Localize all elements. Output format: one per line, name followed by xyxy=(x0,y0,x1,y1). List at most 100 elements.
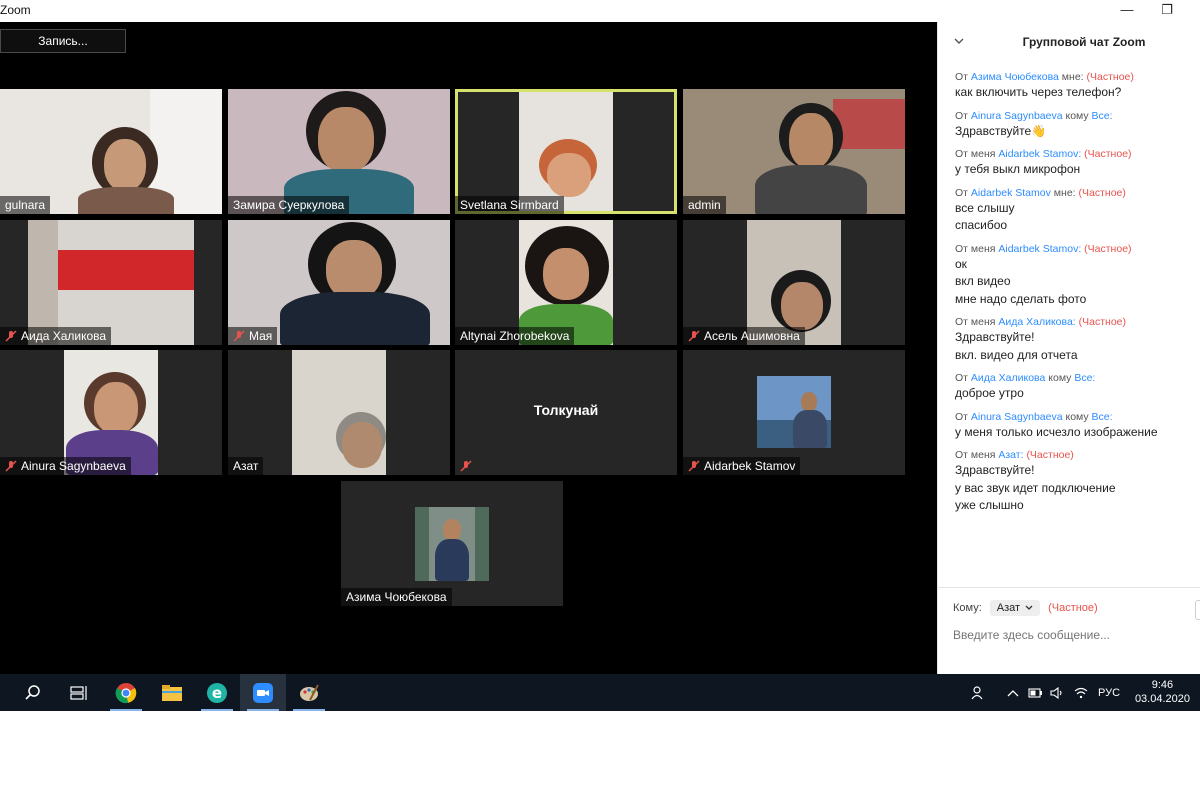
sender-prefix: От xyxy=(955,71,968,83)
participant-name: Мая xyxy=(228,327,278,345)
video-tile[interactable]: Азат xyxy=(228,350,450,475)
chat-message-text: доброе утро xyxy=(955,386,1024,400)
participant-face xyxy=(104,139,146,191)
chat-message-text: вкл. видео для отчета xyxy=(955,347,1078,362)
sender-prefix: От меня xyxy=(955,316,996,328)
chat-message-meta: От Аида Халикова кому Все: xyxy=(955,371,1189,385)
sender-name: Aidarbek Stamov: xyxy=(998,242,1082,255)
chat-message-meta: От Aidarbek Stamov мне: (Частное) xyxy=(955,186,1189,200)
participant-face xyxy=(443,519,461,541)
recipient-value: Азат xyxy=(996,602,1021,614)
running-indicator xyxy=(201,709,233,711)
participant-face xyxy=(342,422,382,468)
participant-face xyxy=(547,153,591,197)
participant-name: admin xyxy=(683,196,726,214)
microphone-muted-icon xyxy=(5,460,17,472)
video-tile[interactable]: Асель Ашимовна xyxy=(683,220,905,345)
chat-message: От Азима Чоюбекова мне: (Частное) как вк… xyxy=(938,70,1200,102)
recipient-prefix: мне: xyxy=(1061,71,1084,83)
recipient-dropdown[interactable]: Азат xyxy=(989,600,1041,616)
video-tile[interactable]: Азима Чоюбекова xyxy=(341,481,563,606)
recipient-row: Кому: Азат (Частное) xyxy=(953,600,1098,616)
chat-title: Групповой чат Zoom xyxy=(1022,35,1146,49)
chat-message-meta: От Азима Чоюбекова мне: (Частное) xyxy=(955,70,1189,84)
running-indicator xyxy=(293,709,325,711)
participant-name: Ainura Sagynbaeva xyxy=(0,457,131,475)
participant-name: Altynai Zhorobekova xyxy=(455,327,575,345)
participant-body xyxy=(435,539,469,581)
participant-body xyxy=(793,410,827,448)
microphone-muted-icon xyxy=(460,460,472,472)
video-tile[interactable]: Ainura Sagynbaeva xyxy=(0,350,222,475)
taskbar-file-explorer[interactable] xyxy=(149,674,195,711)
sender-prefix: От xyxy=(955,186,968,199)
video-tile[interactable]: Aidarbek Stamov xyxy=(683,350,905,475)
sender-prefix: От меня xyxy=(955,148,996,160)
private-tag: (Частное) xyxy=(1048,602,1098,614)
taskbar-paint[interactable] xyxy=(286,674,332,711)
chat-message-text: Здравствуйте! xyxy=(955,330,1035,344)
input-language[interactable]: РУС xyxy=(1098,687,1120,699)
chevron-up-icon[interactable] xyxy=(1006,688,1020,698)
chat-panel: Групповой чат Zoom От Азима Чоюбекова мн… xyxy=(937,22,1200,674)
task-view-button[interactable] xyxy=(56,674,102,711)
people-icon[interactable] xyxy=(970,685,986,701)
video-tile[interactable]: Altynai Zhorobekova xyxy=(455,220,677,345)
sender-name: Аида Халикова: xyxy=(998,316,1076,328)
battery-icon[interactable] xyxy=(1028,687,1042,698)
chat-message-meta: От меня Aidarbek Stamov: (Частное) xyxy=(955,147,1189,161)
restore-button[interactable]: ❐ xyxy=(1158,2,1176,20)
edge-icon: e xyxy=(207,682,227,703)
chat-message-meta: От Ainura Sagynbaeva кому Все: xyxy=(955,410,1189,424)
sender-name: Азима Чоюбекова xyxy=(970,71,1059,83)
participant-face xyxy=(801,392,817,412)
video-tile-video-off[interactable]: Толкунай xyxy=(455,350,677,475)
paint-icon xyxy=(300,684,319,701)
sender-name: Aidarbek Stamov xyxy=(970,186,1051,199)
chat-message-meta: От Ainura Sagynbaeva кому Все: xyxy=(955,109,1189,123)
participant-name: Svetlana Sirmbard xyxy=(455,196,564,214)
running-indicator xyxy=(110,709,142,711)
profile-picture-detail xyxy=(415,507,429,581)
taskbar-edge[interactable]: e xyxy=(194,674,240,711)
chrome-icon xyxy=(115,682,137,703)
video-tile[interactable]: gulnara xyxy=(0,89,222,214)
chat-message-input[interactable] xyxy=(953,628,1183,642)
video-tile[interactable]: Мая xyxy=(228,220,450,345)
chat-message-text: как включить через телефон? xyxy=(955,85,1122,99)
taskbar-zoom[interactable] xyxy=(240,674,286,711)
microphone-muted-icon xyxy=(5,330,17,342)
more-options-button[interactable] xyxy=(1195,600,1200,620)
chat-composer: Кому: Азат (Частное) xyxy=(938,587,1200,674)
volume-icon[interactable] xyxy=(1050,686,1064,699)
participant-name: Аида Халикова xyxy=(0,327,112,345)
clock[interactable]: 9:46 03.04.2020 xyxy=(1135,678,1190,706)
video-tile[interactable]: Замира Суеркулова xyxy=(228,89,450,214)
task-view-icon xyxy=(70,685,87,700)
window-title: Zoom xyxy=(0,3,31,17)
sender-name: Ainura Sagynbaeva xyxy=(970,410,1063,423)
wifi-icon[interactable] xyxy=(1074,687,1088,699)
video-tile[interactable]: admin xyxy=(683,89,905,214)
video-tile[interactable]: Аида Халикова xyxy=(0,220,222,345)
microphone-muted-icon xyxy=(688,460,700,472)
running-indicator xyxy=(247,709,279,711)
recording-button[interactable]: Запись... xyxy=(0,29,126,53)
chevron-down-icon xyxy=(1025,605,1033,610)
participant-face xyxy=(318,107,374,173)
participant-name: Азима Чоюбекова xyxy=(341,588,452,606)
chat-message: От меня Aidarbek Stamov: (Частное) ок вкл… xyxy=(938,242,1200,309)
title-bar: Zoom — ❐ xyxy=(0,0,1200,22)
video-gallery: Запись... gulnara Замира Суеркулова Svet… xyxy=(0,22,937,674)
clock-time: 9:46 xyxy=(1151,679,1174,691)
minimize-button[interactable]: — xyxy=(1118,2,1136,20)
participant-face xyxy=(781,282,823,330)
recipient-label: Кому: xyxy=(953,602,982,614)
participant-face xyxy=(326,240,382,300)
search-button[interactable] xyxy=(10,674,56,711)
video-tile-active-speaker[interactable]: Svetlana Sirmbard xyxy=(455,89,677,214)
taskbar-chrome[interactable] xyxy=(103,674,149,711)
chat-message-text: уже слышно xyxy=(955,498,1024,512)
recipient-prefix: кому xyxy=(1065,109,1089,122)
participant-name: Азат xyxy=(228,457,264,475)
